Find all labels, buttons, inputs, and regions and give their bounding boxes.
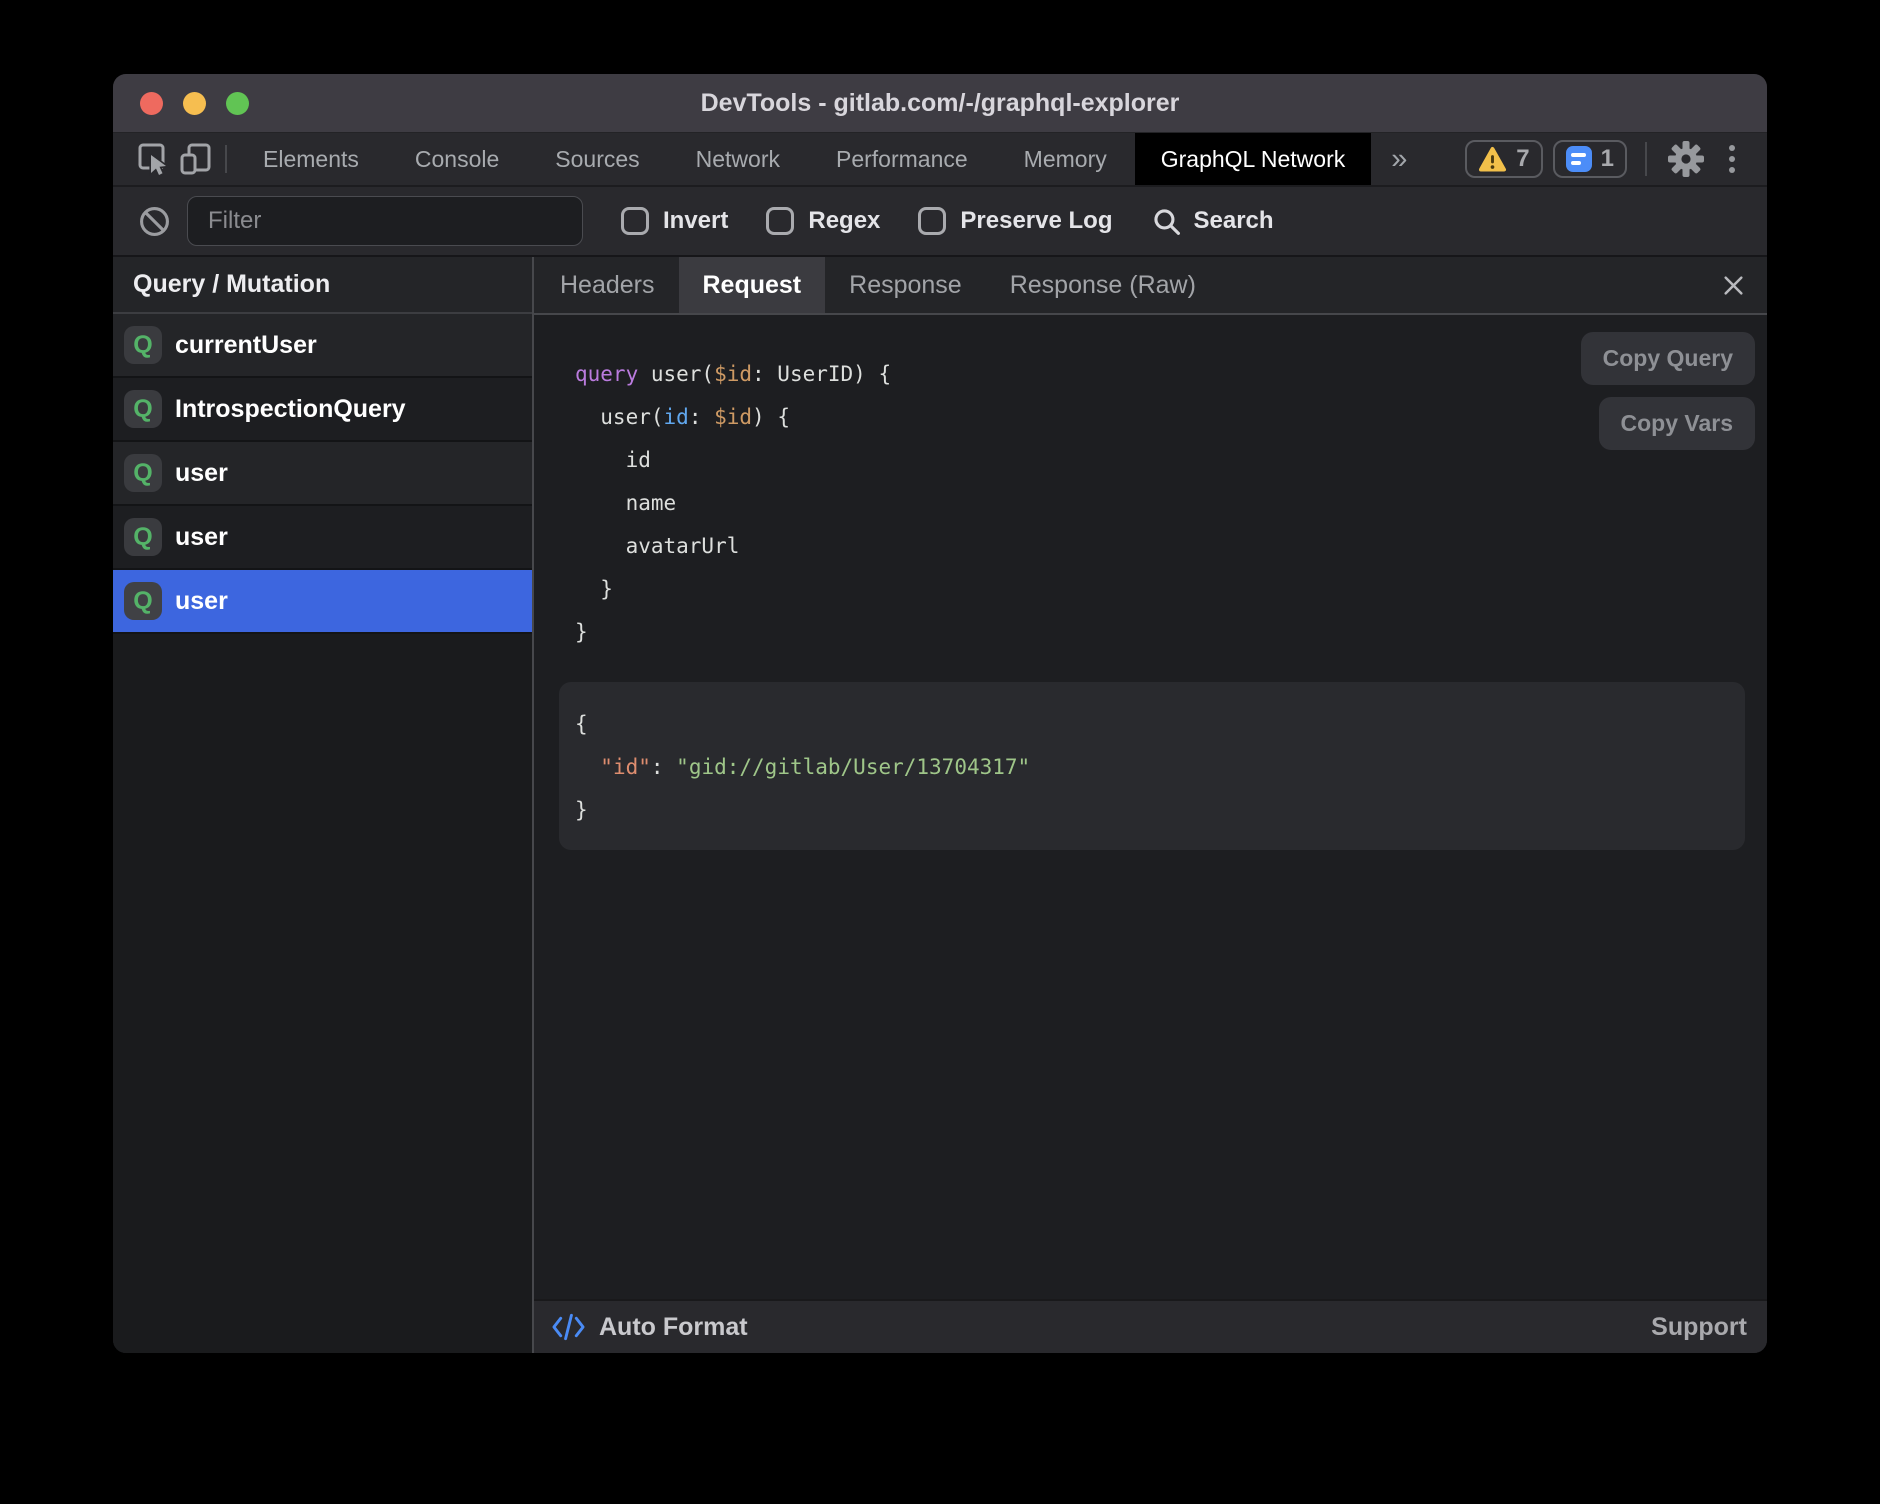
auto-format-icon <box>551 1313 586 1341</box>
query-list-item[interactable]: Q user <box>113 506 532 570</box>
query-type-badge: Q <box>124 326 162 364</box>
close-icon <box>1722 274 1745 297</box>
panel-footer: Auto Format Support <box>534 1299 1767 1353</box>
tab-console[interactable]: Console <box>387 133 527 185</box>
support-link[interactable]: Support <box>1651 1313 1747 1342</box>
minimize-window-button[interactable] <box>183 92 206 115</box>
devtools-tabbar: Elements Console Sources Network Perform… <box>113 133 1767 185</box>
devtools-window: DevTools - gitlab.com/-/graphql-explorer… <box>113 74 1767 1353</box>
tab-graphql-network[interactable]: GraphQL Network <box>1135 133 1372 185</box>
main-content: Query / Mutation Q currentUser Q Introsp… <box>113 257 1767 1353</box>
tab-sources[interactable]: Sources <box>527 133 667 185</box>
more-tabs-chevron-icon[interactable]: » <box>1371 133 1427 185</box>
tab-response[interactable]: Response <box>825 257 986 313</box>
tab-network[interactable]: Network <box>668 133 808 185</box>
more-options-icon[interactable] <box>1717 138 1747 180</box>
auto-format-button[interactable]: Auto Format <box>551 1313 748 1342</box>
detail-tabbar: Headers Request Response Response (Raw) <box>534 257 1767 315</box>
clear-filter-icon[interactable] <box>137 200 171 242</box>
close-window-button[interactable] <box>140 92 163 115</box>
warnings-badge[interactable]: 7 <box>1465 140 1542 178</box>
filter-toolbar: Invert Regex Preserve Log Search <box>113 185 1767 257</box>
query-type-badge: Q <box>124 518 162 556</box>
regex-label: Regex <box>808 207 880 235</box>
tab-response-raw[interactable]: Response (Raw) <box>986 257 1220 313</box>
checkbox-box <box>621 207 649 235</box>
traffic-lights <box>140 74 249 132</box>
settings-gear-icon[interactable] <box>1665 138 1707 180</box>
toolbar-divider <box>1645 142 1647 176</box>
search-button[interactable]: Search <box>1152 207 1273 236</box>
query-type-badge: Q <box>124 454 162 492</box>
copy-buttons: Copy Query Copy Vars <box>1581 332 1755 450</box>
tab-headers[interactable]: Headers <box>536 257 679 313</box>
preserve-log-checkbox[interactable]: Preserve Log <box>918 207 1112 235</box>
auto-format-label: Auto Format <box>599 1313 748 1342</box>
query-list-item[interactable]: Q currentUser <box>113 314 532 378</box>
sidebar: Query / Mutation Q currentUser Q Introsp… <box>113 257 534 1353</box>
device-toolbar-icon[interactable] <box>175 138 217 180</box>
query-name: user <box>175 587 228 616</box>
inspect-element-icon[interactable] <box>133 138 175 180</box>
messages-count: 1 <box>1601 145 1614 173</box>
invert-checkbox[interactable]: Invert <box>621 207 728 235</box>
window-title: DevTools - gitlab.com/-/graphql-explorer <box>701 89 1180 118</box>
checkbox-box <box>918 207 946 235</box>
toolbar-divider <box>225 145 227 173</box>
checkbox-box <box>766 207 794 235</box>
request-variables-box: { "id": "gid://gitlab/User/13704317" } <box>559 682 1745 850</box>
query-name: IntrospectionQuery <box>175 395 406 424</box>
search-label: Search <box>1193 207 1273 235</box>
query-name: user <box>175 459 228 488</box>
copy-query-button[interactable]: Copy Query <box>1581 332 1755 385</box>
tab-memory[interactable]: Memory <box>996 133 1135 185</box>
regex-checkbox[interactable]: Regex <box>766 207 880 235</box>
tab-elements[interactable]: Elements <box>235 133 387 185</box>
tab-performance[interactable]: Performance <box>808 133 996 185</box>
query-name: user <box>175 523 228 552</box>
query-list-item[interactable]: Q user <box>113 442 532 506</box>
sidebar-empty-area <box>113 634 532 1353</box>
maximize-window-button[interactable] <box>226 92 249 115</box>
request-variables-code: { "id": "gid://gitlab/User/13704317" } <box>575 703 1745 832</box>
messages-badge[interactable]: 1 <box>1553 140 1627 178</box>
preserve-log-label: Preserve Log <box>960 207 1112 235</box>
query-type-badge: Q <box>124 582 162 620</box>
close-panel-button[interactable] <box>1716 257 1751 313</box>
tabbar-right-controls: 7 1 <box>1465 138 1767 180</box>
warnings-count: 7 <box>1516 145 1529 173</box>
warning-icon <box>1478 146 1507 173</box>
detail-panel: Headers Request Response Response (Raw) … <box>534 257 1767 1353</box>
copy-vars-button[interactable]: Copy Vars <box>1599 397 1756 450</box>
sidebar-header: Query / Mutation <box>113 257 532 314</box>
query-list-item-selected[interactable]: Q user <box>113 570 532 634</box>
message-icon <box>1566 146 1592 172</box>
filter-input[interactable] <box>187 196 583 246</box>
titlebar: DevTools - gitlab.com/-/graphql-explorer <box>113 74 1767 133</box>
request-panel-body: Copy Query Copy Vars query user($id: Use… <box>534 315 1767 1299</box>
query-type-badge: Q <box>124 390 162 428</box>
query-name: currentUser <box>175 331 317 360</box>
search-icon <box>1152 207 1181 236</box>
query-list-item[interactable]: Q IntrospectionQuery <box>113 378 532 442</box>
tab-request[interactable]: Request <box>679 257 826 313</box>
invert-label: Invert <box>663 207 728 235</box>
